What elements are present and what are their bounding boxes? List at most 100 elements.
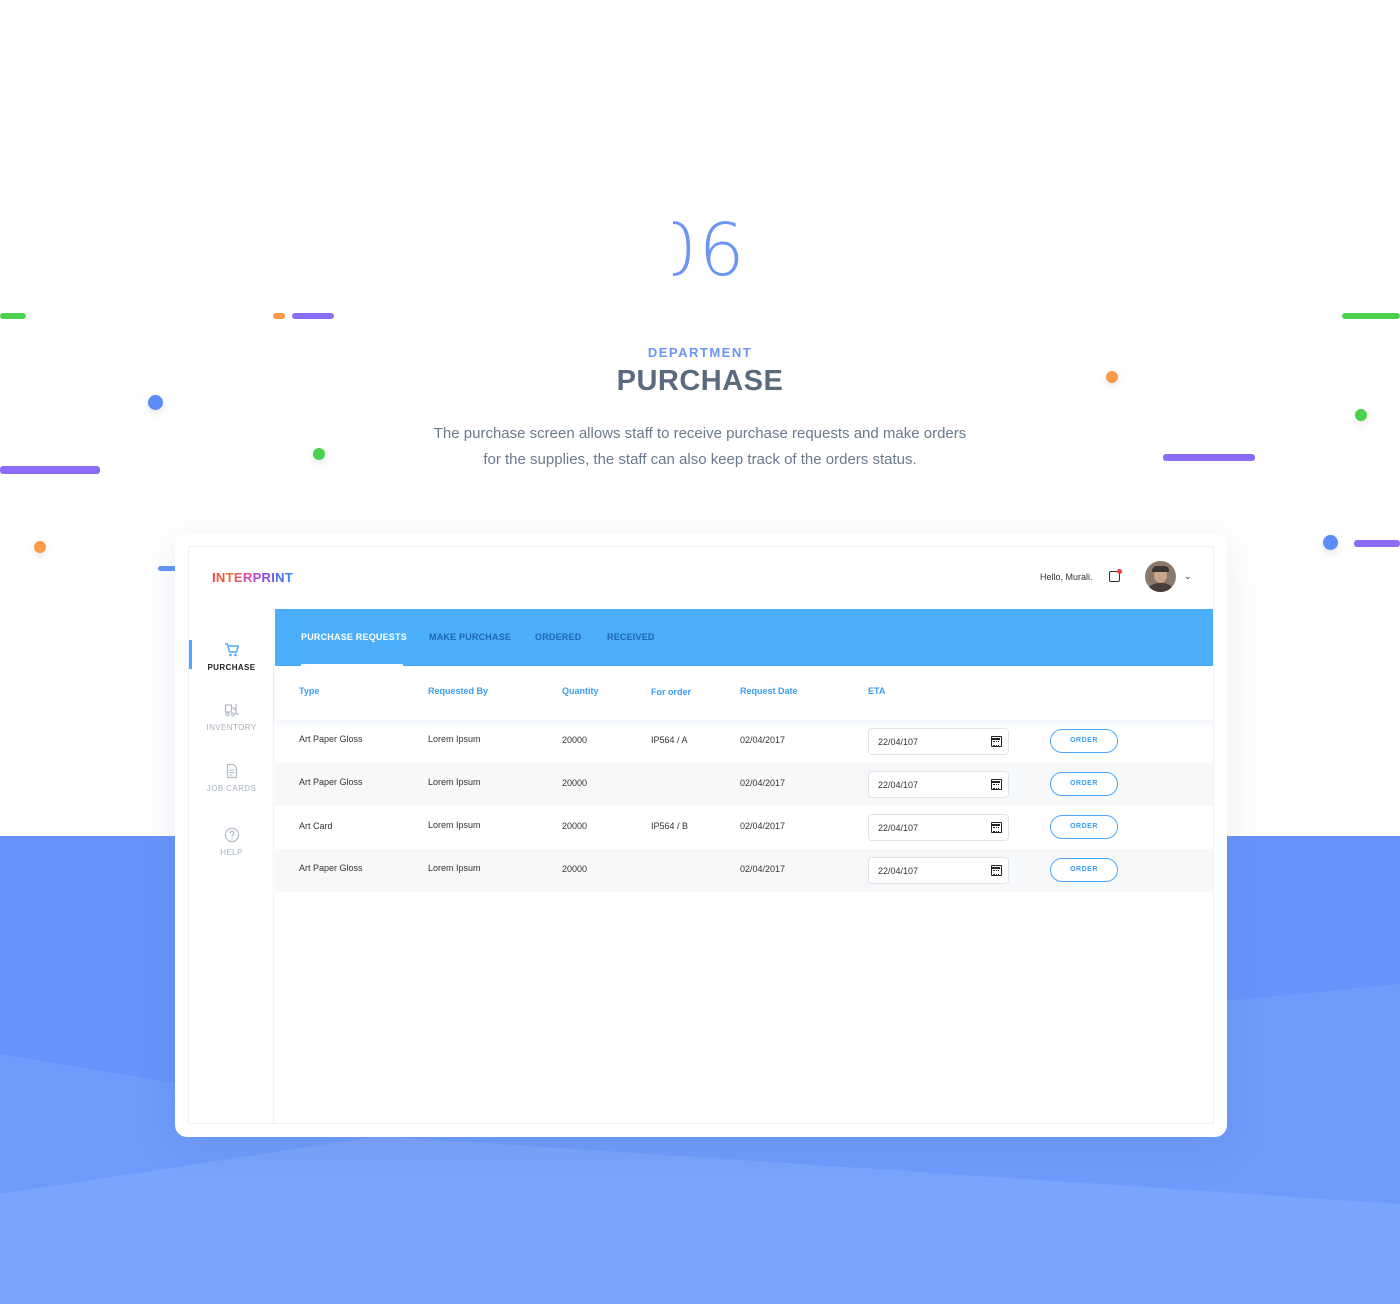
greeting-text: Hello, Murali. bbox=[1040, 572, 1093, 582]
table-empty-area bbox=[275, 892, 1213, 1123]
eta-date-field[interactable]: 22/04/107 bbox=[868, 814, 1009, 841]
cell-requested-by: Lorem Ipsum bbox=[428, 820, 481, 830]
decor-dot-blue-right bbox=[1323, 535, 1338, 550]
cell-requested-by: Lorem Ipsum bbox=[428, 863, 481, 873]
decor-line-green-right bbox=[1342, 313, 1400, 319]
document-icon bbox=[226, 763, 237, 779]
logo-letter: R bbox=[242, 570, 253, 585]
decor-line-blue-left bbox=[158, 566, 176, 571]
sidebar-item-inventory[interactable]: INVENTORY bbox=[189, 702, 274, 732]
hero-description-line: The purchase screen allows staff to rece… bbox=[433, 425, 967, 442]
hero-kicker: DEPARTMENT bbox=[647, 345, 753, 360]
cell-for-order: IP564 / A bbox=[651, 735, 688, 745]
tab-ordered[interactable]: ORDERED bbox=[535, 632, 581, 642]
eta-date-value: 22/04/107 bbox=[878, 823, 919, 833]
hero-description-line: for the supplies, the staff can also kee… bbox=[483, 451, 917, 468]
logo-letter: E bbox=[233, 570, 243, 585]
cart-icon bbox=[224, 643, 239, 657]
tab-make-purchase[interactable]: MAKE PURCHASE bbox=[429, 632, 511, 642]
cell-type: Art Paper Gloss bbox=[299, 777, 363, 787]
notification-badge bbox=[1117, 569, 1122, 574]
cell-requested-by: Lorem Ipsum bbox=[428, 734, 481, 744]
sidebar-item-label: HELP bbox=[220, 848, 243, 857]
calendar-icon[interactable] bbox=[991, 736, 1002, 747]
tab-purchase-requests[interactable]: PURCHASE REQUESTS bbox=[301, 632, 407, 642]
cell-quantity: 20000 bbox=[562, 778, 588, 788]
eta-date-field[interactable]: 22/04/107 bbox=[868, 771, 1009, 798]
app-logo[interactable]: INTERPRINT bbox=[212, 570, 293, 585]
decor-line-purple bbox=[292, 313, 334, 319]
logo-letter: T bbox=[284, 570, 294, 585]
hero-number-clip: 06 bbox=[673, 190, 793, 320]
eta-date-value: 22/04/107 bbox=[878, 737, 919, 747]
eta-date-value: 22/04/107 bbox=[878, 780, 919, 790]
hero-title: PURCHASE bbox=[616, 365, 784, 397]
decor-line-green-left bbox=[0, 313, 26, 319]
app-topbar: INTERPRINT Hello, Murali. ⌄ bbox=[189, 547, 1213, 609]
order-button[interactable]: ORDER bbox=[1050, 772, 1118, 796]
sidebar-item-help[interactable]: HELP bbox=[189, 827, 274, 857]
column-header-requested-by[interactable]: Requested By bbox=[428, 686, 488, 696]
hero-description: The purchase screen allows staff to rece… bbox=[400, 421, 1000, 473]
logo-letter: T bbox=[225, 570, 234, 585]
chevron-down-icon[interactable]: ⌄ bbox=[1184, 571, 1192, 582]
logo-letter: N bbox=[275, 570, 285, 585]
order-button[interactable]: ORDER bbox=[1050, 858, 1118, 882]
table-row: Art Paper Gloss Lorem Ipsum 20000 02/04/… bbox=[275, 763, 1213, 806]
tab-received[interactable]: RECEIVED bbox=[607, 632, 655, 642]
decor-line-purple-left bbox=[0, 466, 100, 474]
table-row: Art Card Lorem Ipsum 20000 IP564 / B 02/… bbox=[275, 806, 1213, 849]
sidebar-item-label: INVENTORY bbox=[206, 723, 257, 732]
table-row: Art Paper Gloss Lorem Ipsum 20000 02/04/… bbox=[275, 849, 1213, 892]
cell-request-date: 02/04/2017 bbox=[740, 735, 786, 745]
cell-type: Art Card bbox=[299, 821, 333, 831]
table-header: Type Requested By Quantity For order Req… bbox=[275, 666, 1213, 720]
cell-request-date: 02/04/2017 bbox=[740, 864, 786, 874]
sidebar: PURCHASE INVENTORY JOB CARDS HELP bbox=[189, 609, 274, 1123]
logo-letter: R bbox=[261, 570, 272, 585]
sidebar-item-job-cards[interactable]: JOB CARDS bbox=[189, 763, 274, 793]
decor-dot-green-right bbox=[1355, 409, 1367, 421]
cell-requested-by: Lorem Ipsum bbox=[428, 777, 481, 787]
eta-date-value: 22/04/107 bbox=[878, 866, 919, 876]
table-row: Art Paper Gloss Lorem Ipsum 20000 IP564 … bbox=[275, 720, 1213, 763]
logo-letter: N bbox=[215, 570, 226, 585]
hero-number: 06 bbox=[673, 208, 747, 292]
column-header-request-date[interactable]: Request Date bbox=[740, 686, 798, 696]
cell-type: Art Paper Gloss bbox=[299, 734, 363, 744]
cell-type: Art Paper Gloss bbox=[299, 863, 363, 873]
column-header-type[interactable]: Type bbox=[299, 686, 319, 696]
cell-quantity: 20000 bbox=[562, 864, 588, 874]
eta-date-field[interactable]: 22/04/107 bbox=[868, 728, 1009, 755]
decor-line-orange bbox=[273, 313, 285, 319]
cell-quantity: 20000 bbox=[562, 821, 588, 831]
eta-date-field[interactable]: 22/04/107 bbox=[868, 857, 1009, 884]
avatar-body bbox=[1148, 583, 1173, 592]
sidebar-item-label: JOB CARDS bbox=[206, 784, 257, 793]
sidebar-item-purchase[interactable]: PURCHASE bbox=[189, 642, 274, 672]
avatar-hat bbox=[1152, 566, 1169, 572]
help-circle-icon bbox=[224, 827, 239, 843]
logo-letter: P bbox=[252, 570, 262, 585]
app-window: INTERPRINT Hello, Murali. ⌄ PURCHASE INV… bbox=[188, 546, 1214, 1124]
cell-request-date: 02/04/2017 bbox=[740, 778, 786, 788]
cell-for-order: IP564 / B bbox=[651, 821, 689, 831]
order-button[interactable]: ORDER bbox=[1050, 729, 1118, 753]
column-header-for-order[interactable]: For order bbox=[651, 687, 691, 697]
order-button[interactable]: ORDER bbox=[1050, 815, 1118, 839]
cell-quantity: 20000 bbox=[562, 735, 588, 745]
avatar[interactable] bbox=[1145, 561, 1176, 592]
decor-line-purple-right2 bbox=[1354, 540, 1400, 547]
decor-line-purple-right bbox=[1163, 454, 1255, 461]
calendar-icon[interactable] bbox=[991, 865, 1002, 876]
decor-dot-orange-left bbox=[34, 541, 46, 553]
decor-dot-green bbox=[313, 448, 325, 460]
column-header-quantity[interactable]: Quantity bbox=[562, 686, 599, 696]
column-header-eta[interactable]: ETA bbox=[868, 686, 885, 696]
forklift-icon bbox=[224, 704, 239, 717]
cell-request-date: 02/04/2017 bbox=[740, 821, 786, 831]
calendar-icon[interactable] bbox=[991, 822, 1002, 833]
calendar-icon[interactable] bbox=[991, 779, 1002, 790]
sidebar-item-label: PURCHASE bbox=[207, 663, 256, 672]
tab-bar: PURCHASE REQUESTS MAKE PURCHASE ORDERED … bbox=[275, 609, 1213, 666]
